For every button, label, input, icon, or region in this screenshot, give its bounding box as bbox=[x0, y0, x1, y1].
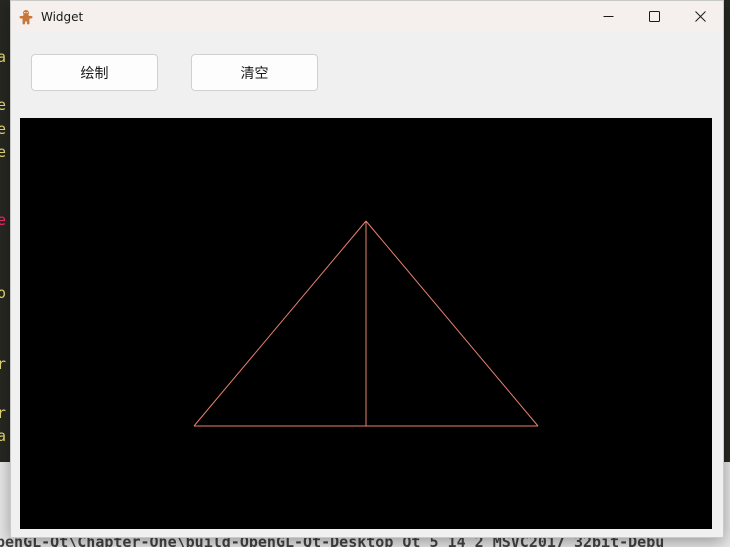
gingerbread-icon bbox=[18, 9, 34, 25]
maximize-button[interactable] bbox=[631, 1, 677, 32]
caption-buttons bbox=[585, 1, 723, 32]
close-icon bbox=[694, 11, 706, 22]
minimize-icon bbox=[603, 16, 613, 17]
title-bar[interactable]: Widget bbox=[11, 1, 723, 32]
close-button[interactable] bbox=[677, 1, 723, 32]
triangle-left-edge bbox=[193, 220, 367, 427]
minimize-button[interactable] bbox=[585, 1, 631, 32]
maximize-icon bbox=[648, 11, 660, 22]
window-title: Widget bbox=[41, 9, 84, 24]
triangle-right-edge bbox=[365, 220, 539, 427]
draw-button[interactable]: 绘制 bbox=[31, 54, 158, 91]
widget-window: Widget 绘制 清空 bbox=[10, 0, 724, 538]
opengl-canvas[interactable] bbox=[20, 118, 712, 529]
triangle-drawing bbox=[193, 220, 539, 427]
clear-button[interactable]: 清空 bbox=[191, 54, 318, 91]
